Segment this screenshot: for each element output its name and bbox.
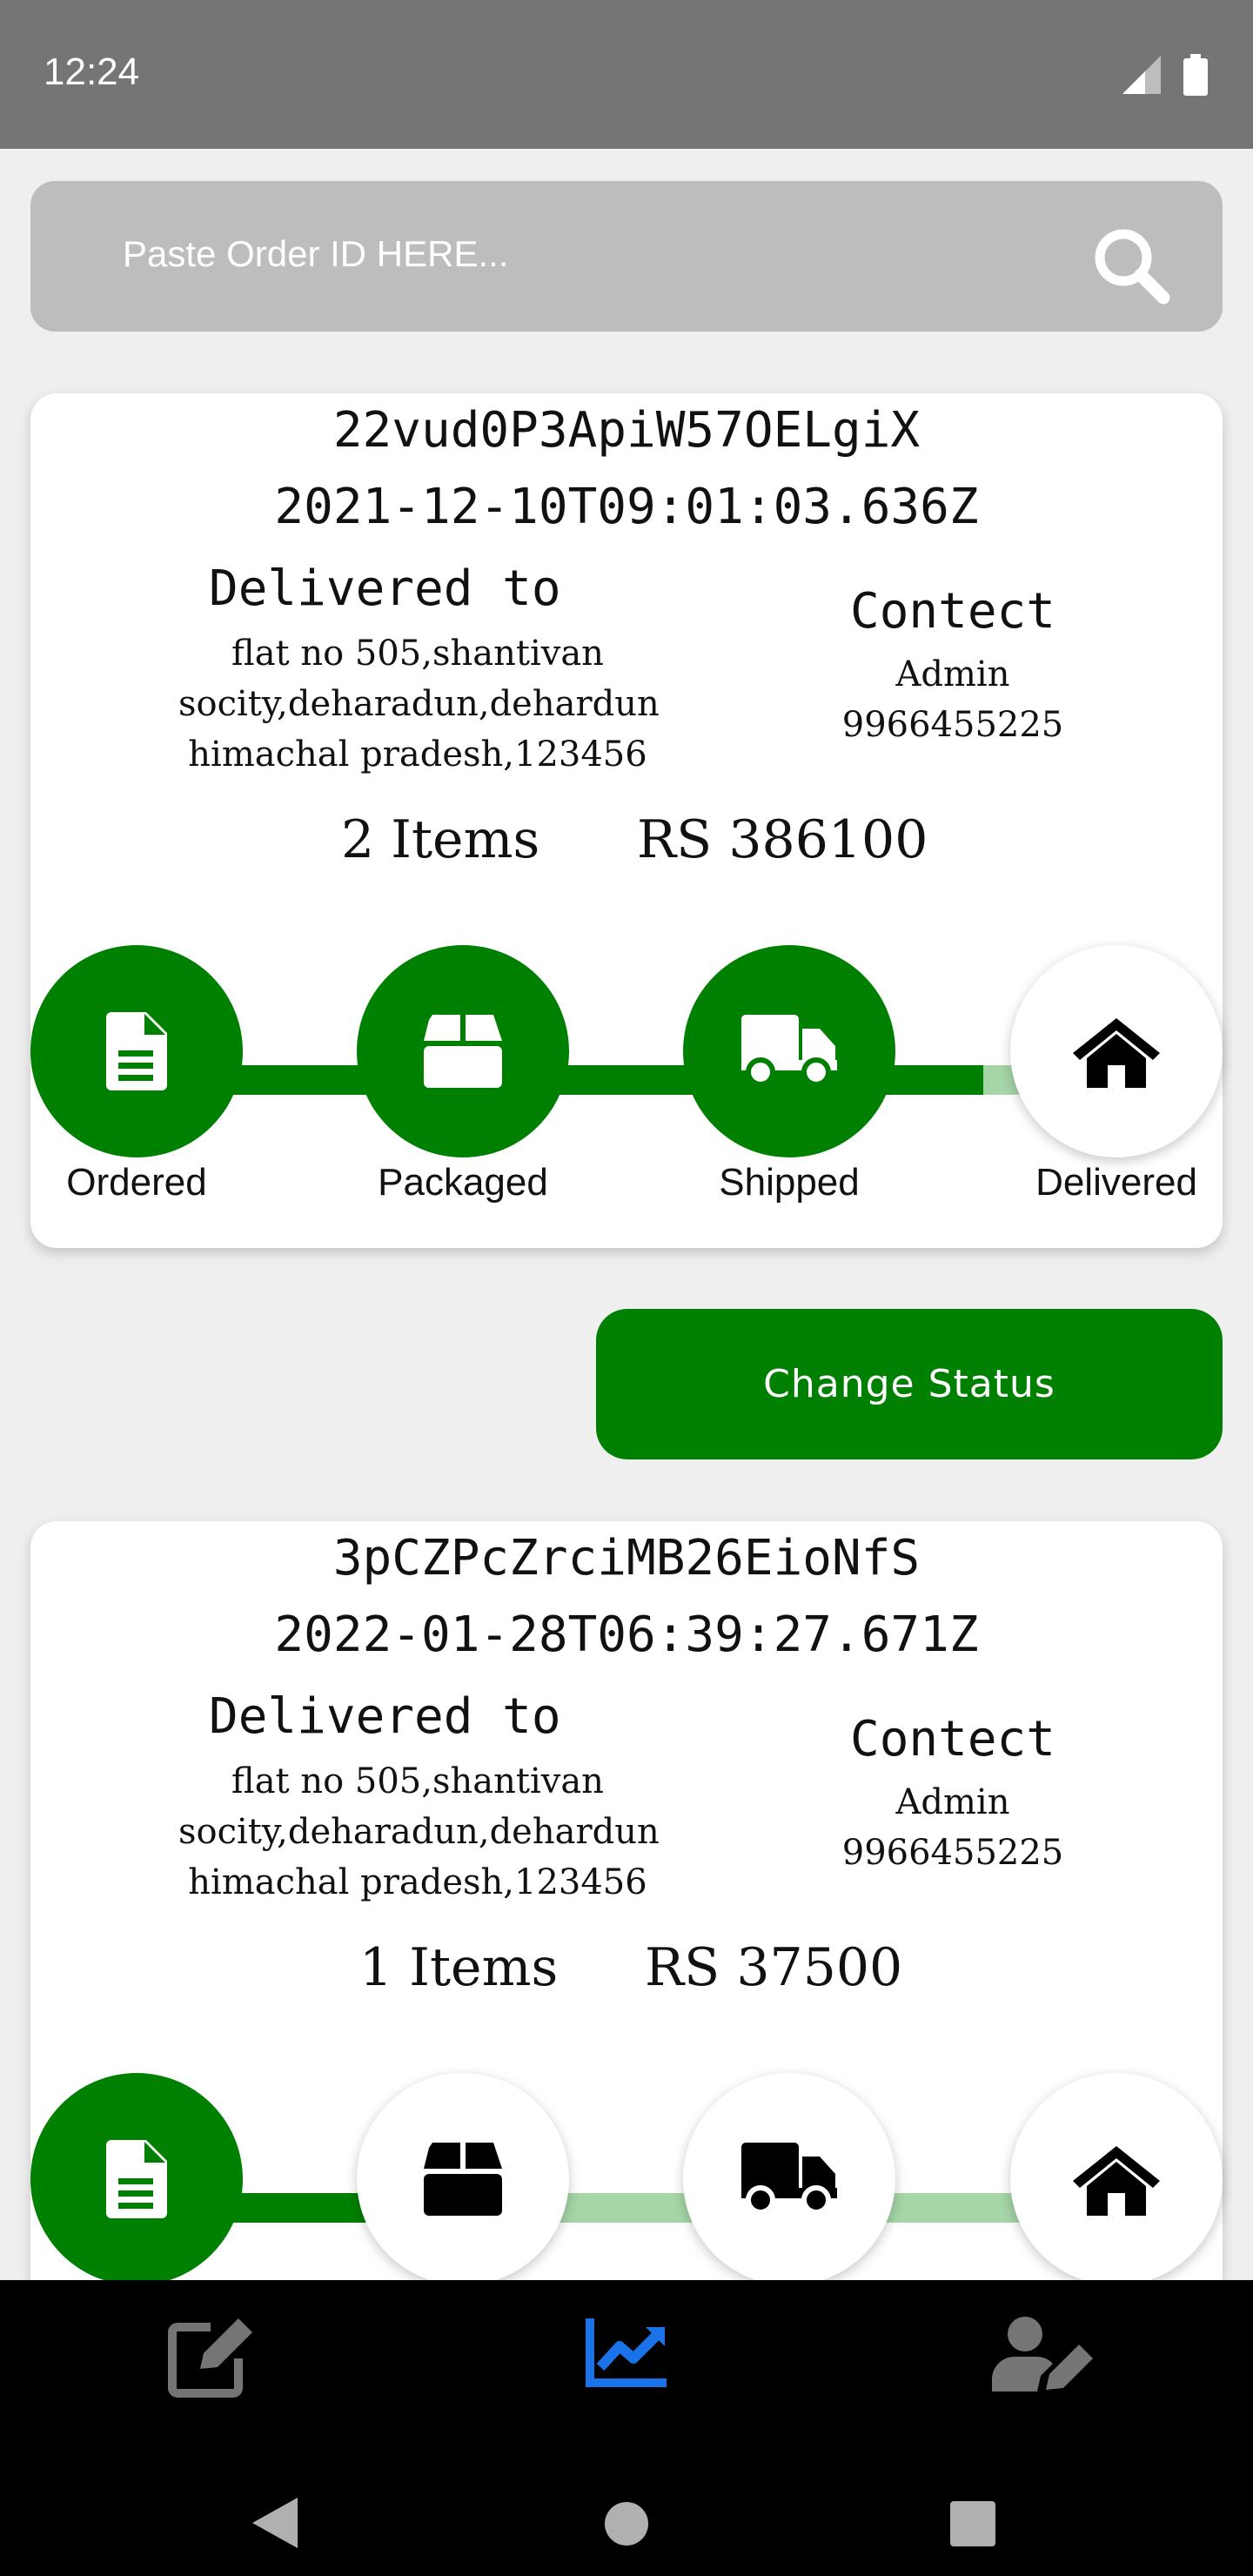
edit-icon[interactable] — [165, 2315, 256, 2398]
home-nav-icon[interactable] — [604, 2501, 649, 2546]
recents-icon[interactable] — [950, 2501, 995, 2546]
change-status-button[interactable]: Change Status — [596, 1309, 1223, 1459]
order-price: RS 37500 — [645, 1937, 903, 1998]
step-label: Packaged — [378, 1161, 548, 1204]
step-label: Delivered — [1035, 1161, 1197, 1204]
box-icon — [424, 2143, 502, 2216]
item-count: 1 Items — [359, 1937, 559, 1998]
contact-label: Contect — [849, 583, 1055, 640]
step-ordered — [30, 2073, 243, 2285]
delivery-address: flat no 505,shantivan socity,deharadun,d… — [178, 628, 660, 780]
address-line: flat no 505,shantivan — [231, 1761, 604, 1801]
step-shipped — [683, 2073, 895, 2285]
step-label: Ordered — [66, 1161, 207, 1204]
step-shipped — [683, 945, 895, 1157]
delivered-to-label: Delivered to — [209, 1688, 561, 1745]
back-icon[interactable] — [252, 2498, 299, 2548]
contact-phone: 9966455225 — [841, 705, 1064, 745]
status-time: 12:24 — [44, 50, 140, 93]
address-line: socity,deharadun,dehardun — [178, 1812, 660, 1852]
battery-icon — [1183, 54, 1208, 96]
truck-icon — [741, 1015, 837, 1087]
address-line: himachal pradesh,123456 — [188, 1862, 647, 1902]
step-delivered — [1010, 2073, 1223, 2285]
contact-name: Admin — [895, 654, 1010, 694]
item-count: 2 Items — [341, 809, 540, 870]
box-icon — [424, 1015, 502, 1088]
address-line: socity,deharadun,dehardun — [178, 684, 660, 724]
search-bar[interactable]: Paste Order ID HERE... — [30, 181, 1223, 332]
chart-line-icon[interactable] — [585, 2318, 668, 2388]
order-id: 3pCZPcZrciMB26EioNfS — [332, 1530, 921, 1587]
order-card: 3pCZPcZrciMB26EioNfS 2022-01-28T06:39:27… — [30, 1521, 1223, 2304]
address-line: flat no 505,shantivan — [231, 634, 604, 674]
search-input[interactable]: Paste Order ID HERE... — [123, 233, 508, 275]
order-card: 22vud0P3ApiW57OELgiX 2021-12-10T09:01:03… — [30, 393, 1223, 1248]
home-icon — [1073, 2146, 1160, 2216]
contact-name: Admin — [895, 1782, 1010, 1822]
contact-label: Contect — [849, 1711, 1055, 1768]
order-date: 2022-01-28T06:39:27.671Z — [274, 1607, 979, 1663]
order-price: RS 386100 — [637, 809, 928, 870]
signal-icon — [1122, 56, 1161, 94]
step-label: Shipped — [719, 1161, 860, 1204]
truck-icon — [741, 2143, 837, 2215]
step-delivered — [1010, 945, 1223, 1157]
step-packaged — [357, 2073, 569, 2285]
bottom-navigation — [0, 2280, 1253, 2576]
delivery-address: flat no 505,shantivan socity,deharadun,d… — [178, 1756, 660, 1908]
user-edit-icon[interactable] — [992, 2315, 1096, 2393]
step-ordered — [30, 945, 243, 1157]
order-date: 2021-12-10T09:01:03.636Z — [274, 479, 979, 535]
home-icon — [1073, 1018, 1160, 1088]
contact-phone: 9966455225 — [841, 1833, 1064, 1873]
address-line: himachal pradesh,123456 — [188, 735, 647, 775]
document-icon — [106, 1012, 167, 1090]
search-icon[interactable] — [1090, 225, 1174, 308]
document-icon — [106, 2140, 167, 2218]
delivered-to-label: Delivered to — [209, 560, 561, 617]
order-id: 22vud0P3ApiW57OELgiX — [332, 402, 921, 459]
status-bar: 12:24 — [0, 0, 1253, 149]
step-packaged — [357, 945, 569, 1157]
